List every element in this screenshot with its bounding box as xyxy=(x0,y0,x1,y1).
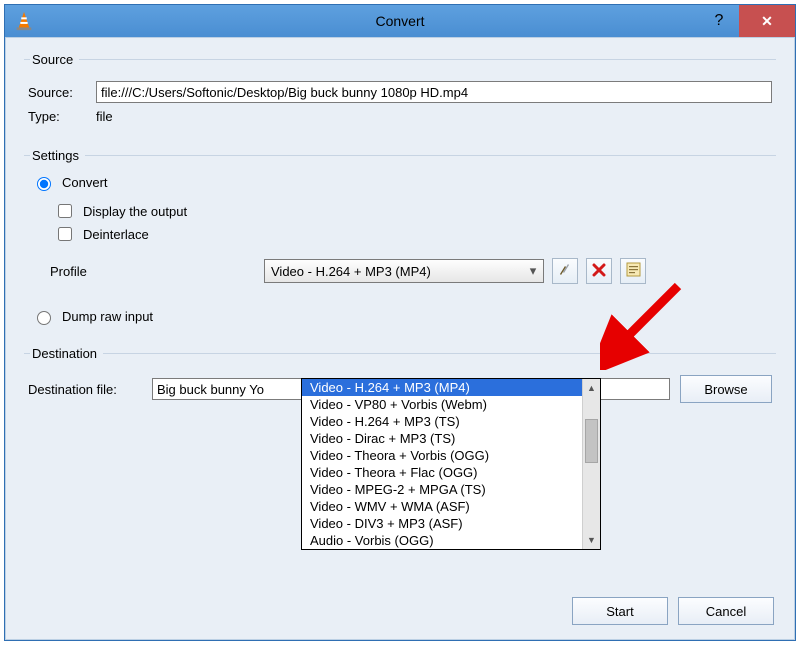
profile-option[interactable]: Video - Theora + Vorbis (OGG) xyxy=(302,447,582,464)
start-button[interactable]: Start xyxy=(572,597,668,625)
source-legend: Source xyxy=(30,52,79,67)
scroll-thumb[interactable] xyxy=(585,419,598,463)
help-button[interactable]: ? xyxy=(699,5,739,37)
profile-combobox[interactable]: Video - H.264 + MP3 (MP4) ▾ xyxy=(264,259,544,283)
new-profile-button[interactable] xyxy=(620,258,646,284)
profile-option[interactable]: Video - Theora + Flac (OGG) xyxy=(302,464,582,481)
convert-radio-input[interactable] xyxy=(37,177,51,191)
dump-raw-radio-input[interactable] xyxy=(37,311,51,325)
window-title: Convert xyxy=(5,13,795,29)
type-value: file xyxy=(96,109,113,124)
scrollbar[interactable]: ▲ ▼ xyxy=(582,379,600,549)
profile-option[interactable]: Audio - Vorbis (OGG) xyxy=(302,532,582,549)
delete-profile-button[interactable] xyxy=(586,258,612,284)
settings-legend: Settings xyxy=(30,148,85,163)
source-group: Source Source: Type: file xyxy=(24,52,776,136)
display-output-label: Display the output xyxy=(83,204,187,219)
convert-dialog: Convert ? ✕ Source Source: Type: file Se… xyxy=(4,4,796,641)
source-input[interactable] xyxy=(96,81,772,103)
tools-icon xyxy=(557,262,573,281)
scroll-down-icon[interactable]: ▼ xyxy=(583,531,600,549)
profile-option[interactable]: Video - Dirac + MP3 (TS) xyxy=(302,430,582,447)
deinterlace-checkbox-input[interactable] xyxy=(58,227,72,241)
display-output-checkbox-input[interactable] xyxy=(58,204,72,218)
source-label: Source: xyxy=(28,85,96,100)
dump-raw-radio[interactable]: Dump raw input xyxy=(32,308,772,325)
profile-option[interactable]: Video - H.264 + MP3 (TS) xyxy=(302,413,582,430)
chevron-down-icon: ▾ xyxy=(523,263,543,279)
profile-option[interactable]: Video - WMV + WMA (ASF) xyxy=(302,498,582,515)
type-label: Type: xyxy=(28,109,96,124)
profile-label: Profile xyxy=(28,264,264,279)
settings-group: Settings Convert Display the output Dein… xyxy=(24,148,776,334)
profile-dropdown-list[interactable]: Video - H.264 + MP3 (MP4)Video - VP80 + … xyxy=(301,378,601,550)
profile-option[interactable]: Video - H.264 + MP3 (MP4) xyxy=(302,379,582,396)
scroll-up-icon[interactable]: ▲ xyxy=(583,379,600,397)
destination-legend: Destination xyxy=(30,346,103,361)
convert-radio[interactable]: Convert xyxy=(32,174,772,191)
profile-option[interactable]: Video - VP80 + Vorbis (Webm) xyxy=(302,396,582,413)
titlebar: Convert ? ✕ xyxy=(5,5,795,37)
profile-option[interactable]: Video - DIV3 + MP3 (ASF) xyxy=(302,515,582,532)
edit-profile-button[interactable] xyxy=(552,258,578,284)
cancel-button[interactable]: Cancel xyxy=(678,597,774,625)
convert-radio-label: Convert xyxy=(62,175,108,190)
profile-selected-value: Video - H.264 + MP3 (MP4) xyxy=(271,264,523,279)
profile-option[interactable]: Video - MPEG-2 + MPGA (TS) xyxy=(302,481,582,498)
dump-raw-label: Dump raw input xyxy=(62,309,153,324)
destination-file-label: Destination file: xyxy=(28,382,152,397)
browse-button[interactable]: Browse xyxy=(680,375,772,403)
deinterlace-label: Deinterlace xyxy=(83,227,149,242)
profile-dropdown-items: Video - H.264 + MP3 (MP4)Video - VP80 + … xyxy=(302,379,582,549)
close-button[interactable]: ✕ xyxy=(739,5,795,37)
display-output-checkbox[interactable]: Display the output xyxy=(54,201,772,221)
new-profile-icon xyxy=(626,262,641,280)
deinterlace-checkbox[interactable]: Deinterlace xyxy=(54,224,772,244)
delete-icon xyxy=(592,263,606,280)
